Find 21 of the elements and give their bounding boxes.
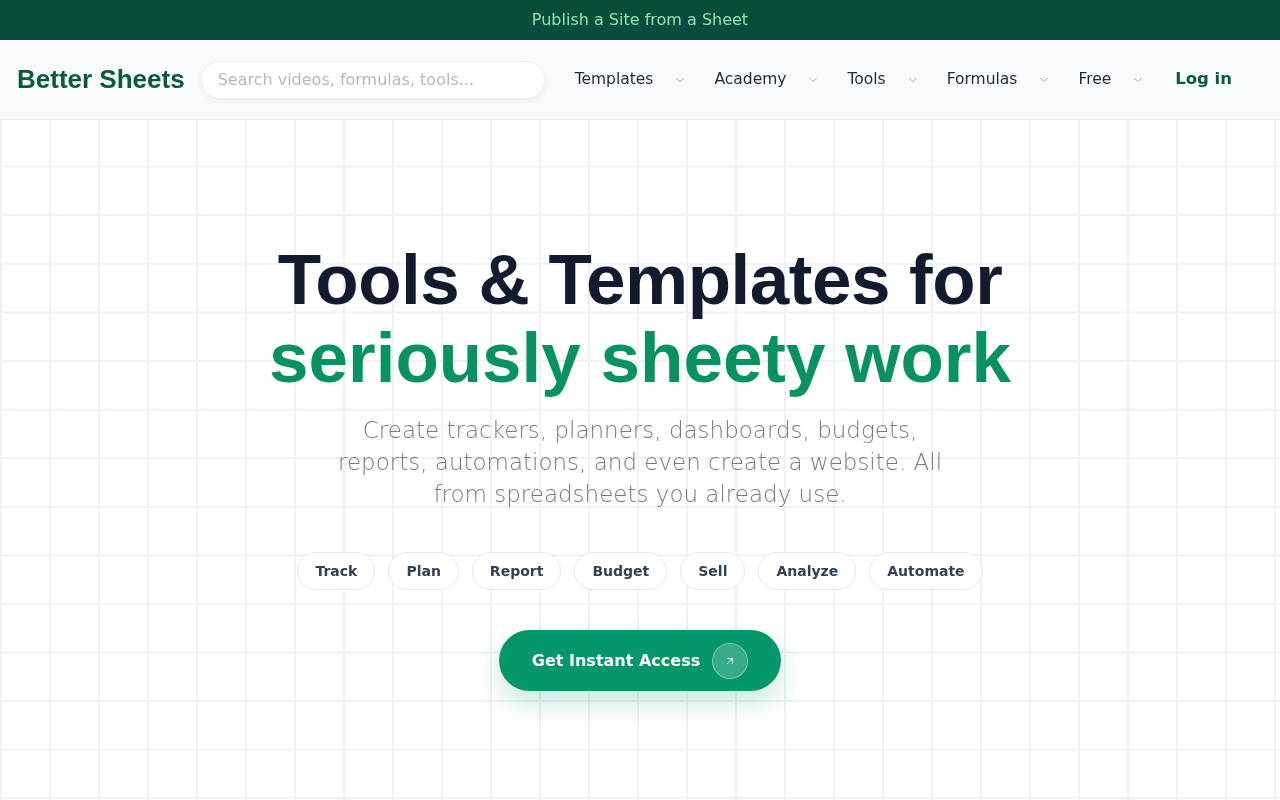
tag-pill[interactable]: Report [471,552,562,590]
hero-heading: Tools & Templates for [277,241,1003,319]
announcement-link[interactable]: Publish a Site from a Sheet [531,8,749,32]
login-link[interactable]: Log in [1175,67,1232,92]
tag-pill[interactable]: Sell [680,552,746,590]
search-field[interactable]: Search videos, formulas, tools... [200,60,545,99]
hero-highlight-heading: seriously sheety work [269,319,1011,397]
tag-pill[interactable]: Budget [574,552,668,590]
nav-menu-item[interactable]: Formulas [946,67,1052,92]
tag-pill[interactable]: Automate [869,552,983,590]
get-access-button[interactable]: Get Instant Access [498,630,782,691]
site-logo[interactable]: Better Sheets [17,60,185,99]
nav-menu-item[interactable]: Academy [714,67,821,92]
nav-menu-item[interactable]: Templates [574,67,688,92]
arrow-up-right-icon [712,642,749,679]
nav-menu-item[interactable]: Free [1078,67,1146,92]
nav-menu-item[interactable]: Tools [847,67,920,92]
tag-pill[interactable]: Track [297,552,376,590]
hero-subtitle: Create trackers, planners, dashboards, budgets, reports, automations, and even create a website. All from spreadsheets you already use. [336,416,944,509]
tag-pill[interactable]: Analyze [758,552,857,590]
tag-pill[interactable]: Plan [388,552,459,590]
